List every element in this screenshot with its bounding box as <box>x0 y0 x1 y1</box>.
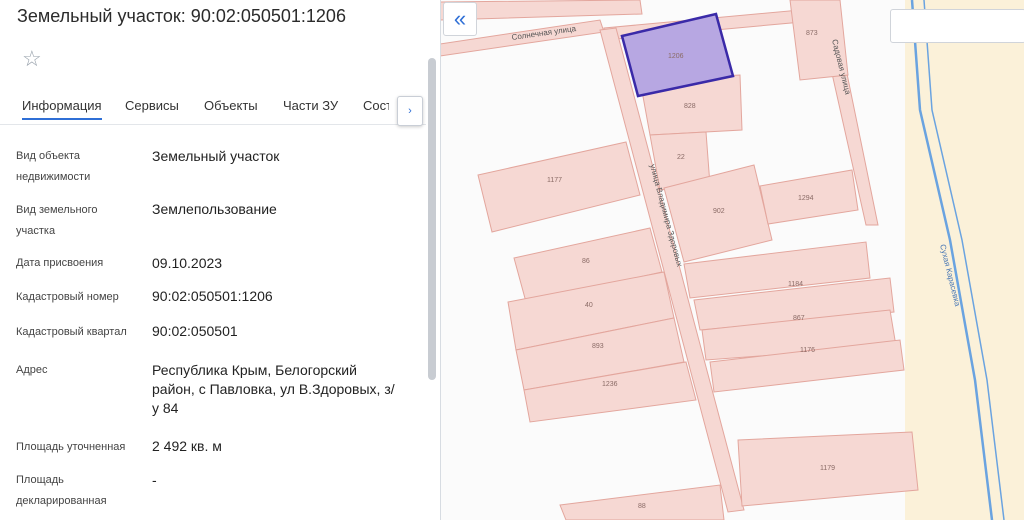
parcel-label: 88 <box>638 503 646 510</box>
field-label: Кадастровый номер <box>16 291 119 303</box>
cadastral-map[interactable]: Сухая Карасевка 1206 828 873 22 1177 902… <box>440 0 1024 520</box>
parcel-label: 22 <box>677 154 685 161</box>
field-value: Республика Крым, Белогорский район, с Пав… <box>152 362 395 416</box>
parcel-label: 893 <box>592 343 604 350</box>
info-panel: Земельный участок: 90:02:050501:1206 ☆ И… <box>0 0 441 520</box>
field-value: 90:02:050501 <box>152 323 238 339</box>
parcel-label: 1294 <box>798 195 814 202</box>
tab-objects[interactable]: Объекты <box>204 98 258 113</box>
tab-services[interactable]: Сервисы <box>125 98 179 113</box>
parcel-label: 86 <box>582 258 590 265</box>
collapse-panel-button[interactable]: « <box>443 2 477 36</box>
tab-bar: Информация Сервисы Объекты Части ЗУ Сост… <box>0 96 426 125</box>
panel-scrollbar[interactable] <box>428 58 436 380</box>
field-value: Земельный участок <box>152 148 280 164</box>
parcel-label: 828 <box>684 103 696 110</box>
tabs-scroll-right-button[interactable]: › <box>397 96 423 126</box>
parcel-label: 1236 <box>602 381 618 388</box>
field-value: 09.10.2023 <box>152 255 223 271</box>
map-search-input[interactable] <box>890 9 1024 43</box>
parcel-label: 1177 <box>547 177 562 184</box>
parcel-label: 1179 <box>820 465 835 472</box>
field-value: 2 492 кв. м <box>152 438 222 454</box>
parcel-label: 873 <box>806 30 818 37</box>
parcel-label: 902 <box>713 208 725 215</box>
map-canvas: Сухая Карасевка 1206 828 873 22 1177 902… <box>440 0 1024 520</box>
field-label: Дата присвоения <box>16 257 104 269</box>
field-value: Землепользование <box>152 201 277 217</box>
parcel-label: 867 <box>793 315 805 322</box>
field-label: Адрес <box>16 364 48 376</box>
field-value: - <box>152 472 157 488</box>
field-area <box>905 0 1024 520</box>
chevron-right-icon: › <box>408 105 412 117</box>
field-label: Вид земельного участка <box>16 204 98 237</box>
parcel-label: 1184 <box>788 281 803 288</box>
field-label: Площадь уточненная <box>16 441 126 453</box>
parcel-label: 40 <box>585 302 593 309</box>
field-label: Кадастровый квартал <box>16 326 127 338</box>
parcel-label: 1206 <box>668 53 684 60</box>
favorite-star-icon[interactable]: ☆ <box>22 46 42 72</box>
field-label: Вид объекта недвижимости <box>16 150 91 183</box>
tab-information[interactable]: Информация <box>22 98 102 120</box>
field-label: Площадь декларированная <box>16 474 107 507</box>
double-chevron-left-icon: « <box>453 6 467 31</box>
field-value: 90:02:050501:1206 <box>152 288 273 304</box>
page-title: Земельный участок: 90:02:050501:1206 <box>17 6 346 26</box>
tab-parts[interactable]: Части ЗУ <box>283 98 338 113</box>
parcel-label: 1176 <box>800 347 815 354</box>
